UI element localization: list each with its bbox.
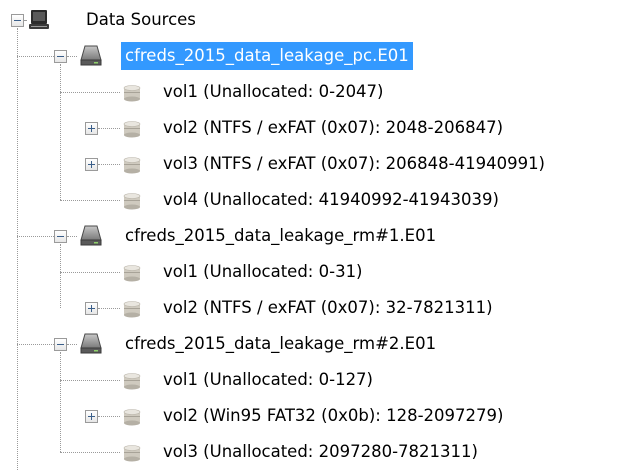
volume-label[interactable]: vol4 (Unallocated: 41940992-41943039) <box>159 186 503 214</box>
tree-connector-line <box>60 64 61 200</box>
tree-connector-line <box>67 56 77 57</box>
image-expander[interactable] <box>54 50 67 63</box>
hard-drive-icon <box>80 225 102 246</box>
volume-label[interactable]: vol2 (NTFS / exFAT (0x07): 32-7821311) <box>159 294 497 322</box>
volume-icon <box>123 445 141 462</box>
volume-expander[interactable] <box>85 122 98 135</box>
tree-connector-line <box>24 20 26 21</box>
volume-label[interactable]: vol1 (Unallocated: 0-2047) <box>159 78 388 106</box>
volume-icon <box>123 301 141 318</box>
tree-connector-line <box>60 92 120 93</box>
image-label[interactable]: cfreds_2015_data_leakage_pc.E01 <box>121 42 413 70</box>
tree-connector-line <box>98 308 120 309</box>
volume-label[interactable]: vol3 (Unallocated: 2097280-7821311) <box>159 438 482 466</box>
image-expander[interactable] <box>54 338 67 351</box>
volume-label[interactable]: vol3 (NTFS / exFAT (0x07): 206848-419409… <box>159 150 549 178</box>
volume-label[interactable]: vol2 (NTFS / exFAT (0x07): 2048-206847) <box>159 114 507 142</box>
tree-connector-line <box>98 416 120 417</box>
data-sources-label[interactable]: Data Sources <box>82 6 200 34</box>
volume-icon <box>123 265 141 282</box>
tree-connector-line <box>98 128 120 129</box>
volume-expander[interactable] <box>85 302 98 315</box>
tree-connector-line <box>98 164 120 165</box>
monitor-icon <box>29 10 49 29</box>
volume-label[interactable]: vol1 (Unallocated: 0-31) <box>159 258 367 286</box>
tree-connector-line <box>60 380 120 381</box>
data-sources-expander[interactable] <box>11 14 24 27</box>
tree-connector-line <box>60 272 120 273</box>
image-expander[interactable] <box>54 230 67 243</box>
hard-drive-icon <box>80 45 102 66</box>
tree-connector-line <box>60 244 61 308</box>
tree-connector-line <box>60 452 120 453</box>
tree-connector-line <box>17 28 18 470</box>
volume-label[interactable]: vol2 (Win95 FAT32 (0x0b): 128-2097279) <box>159 402 507 430</box>
data-sources-tree[interactable]: Data Sources cfreds_2015_data_leakage_pc.… <box>0 0 620 470</box>
tree-connector-line <box>67 344 77 345</box>
volume-expander[interactable] <box>85 158 98 171</box>
tree-connector-line <box>60 200 120 201</box>
volume-icon <box>123 157 141 174</box>
image-label[interactable]: cfreds_2015_data_leakage_rm#1.E01 <box>121 222 440 250</box>
volume-icon <box>123 373 141 390</box>
volume-expander[interactable] <box>85 410 98 423</box>
volume-icon <box>123 193 141 210</box>
volume-icon <box>123 121 141 138</box>
tree-connector-line <box>17 236 54 237</box>
volume-icon <box>123 409 141 426</box>
volume-label[interactable]: vol1 (Unallocated: 0-127) <box>159 366 377 394</box>
hard-drive-icon <box>80 333 102 354</box>
volume-icon <box>123 85 141 102</box>
tree-connector-line <box>17 344 54 345</box>
tree-connector-line <box>60 352 61 452</box>
tree-connector-line <box>67 236 77 237</box>
image-label[interactable]: cfreds_2015_data_leakage_rm#2.E01 <box>121 330 440 358</box>
tree-connector-line <box>17 56 54 57</box>
